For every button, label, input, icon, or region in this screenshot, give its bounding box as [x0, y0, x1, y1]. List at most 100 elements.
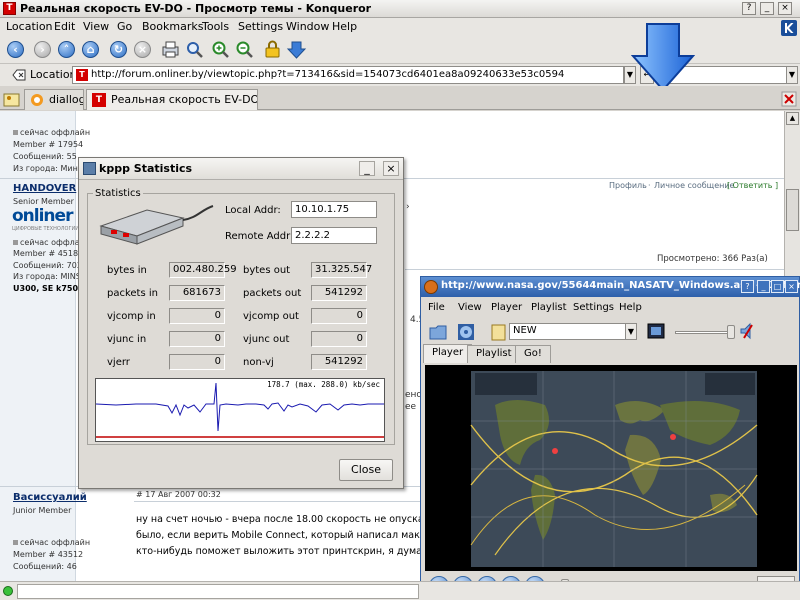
- menu-playlist[interactable]: Playlist: [531, 302, 567, 313]
- author-name[interactable]: HANDOVER: [13, 183, 76, 194]
- menu-view[interactable]: View: [83, 20, 109, 33]
- close-button[interactable]: ×: [383, 161, 399, 176]
- download-button[interactable]: [286, 39, 307, 60]
- menu-settings[interactable]: Settings: [573, 302, 614, 313]
- find-icon: [187, 42, 203, 58]
- tab-label: Реальная скорость EV-DO - П...: [111, 93, 258, 106]
- diallog-favicon: [31, 94, 43, 106]
- zoom-in-button[interactable]: [210, 39, 231, 60]
- close-button[interactable]: ×: [785, 280, 798, 293]
- private-message-link[interactable]: Личное сообщение: [654, 181, 734, 190]
- menu-help[interactable]: Help: [332, 20, 357, 33]
- stop-icon: ×: [134, 41, 151, 58]
- new-tab-icon[interactable]: [3, 90, 20, 107]
- tab-diallog[interactable]: diallog: [24, 89, 84, 110]
- remote-addr-field[interactable]: 2.2.2.2: [291, 227, 377, 244]
- divider: [405, 269, 784, 270]
- stat-value: 541292: [311, 285, 367, 301]
- home-button[interactable]: ⌂: [80, 39, 101, 60]
- open-folder-icon[interactable]: [429, 323, 447, 341]
- scroll-up-arrow-icon[interactable]: ▲: [786, 112, 799, 125]
- tab-go[interactable]: Go!: [515, 345, 551, 363]
- reload-button[interactable]: ↻: [108, 39, 129, 60]
- app-icon: T: [3, 2, 16, 15]
- stat-value: 0: [169, 354, 225, 370]
- volume-slider[interactable]: [675, 331, 729, 334]
- menu-help[interactable]: Help: [619, 302, 642, 313]
- stat-value: 541292: [311, 354, 367, 370]
- profile-link[interactable]: Профиль: [609, 181, 647, 190]
- post-date: # 17 Авг 2007 00:32: [136, 490, 221, 499]
- close-tab-icon[interactable]: [781, 91, 797, 107]
- help-button[interactable]: ?: [741, 280, 754, 293]
- post-line: кто-нибудь поможет выложить этот принтск…: [136, 546, 460, 557]
- konqueror-titlebar: T Реальная скорость EV-DO - Просмотр тем…: [0, 0, 800, 18]
- search-dropdown[interactable]: ▼: [786, 66, 798, 84]
- minimize-button[interactable]: _: [359, 161, 375, 176]
- menu-location[interactable]: Location: [6, 20, 53, 33]
- security-button[interactable]: [262, 39, 283, 60]
- stat-value: 002.480.259: [169, 262, 237, 278]
- close-dialog-button[interactable]: Close: [339, 459, 393, 481]
- menu-view[interactable]: View: [458, 302, 482, 313]
- fullscreen-icon[interactable]: [647, 322, 665, 340]
- stat-value: 681673: [169, 285, 225, 301]
- menu-player[interactable]: Player: [491, 302, 522, 313]
- stat-value: 31.325.547: [311, 262, 372, 278]
- modem-icon: [99, 205, 214, 245]
- mute-icon[interactable]: [739, 322, 755, 340]
- stat-label: packets out: [243, 288, 302, 299]
- forward-arrow-icon: ›: [34, 41, 51, 58]
- stat-label: non-vj: [243, 357, 274, 368]
- kde-logo-icon: [781, 20, 797, 36]
- close-button[interactable]: ×: [778, 2, 792, 15]
- tab-forum[interactable]: T Реальная скорость EV-DO - П...: [86, 89, 258, 110]
- menu-go[interactable]: Go: [117, 20, 132, 33]
- video-frame[interactable]: [425, 365, 797, 571]
- zoom-out-button[interactable]: [234, 39, 255, 60]
- menu-settings[interactable]: Settings: [238, 20, 283, 33]
- author-name[interactable]: Васиссуалий: [13, 492, 87, 503]
- stat-label: packets in: [107, 288, 158, 299]
- minimize-button[interactable]: _: [760, 2, 774, 15]
- help-button[interactable]: ?: [742, 2, 756, 15]
- window-title: Реальная скорость EV-DO - Просмотр темы …: [20, 2, 372, 15]
- url-input[interactable]: T http://forum.onliner.by/viewtopic.php?…: [72, 66, 624, 84]
- lock-icon: [265, 40, 280, 58]
- up-button[interactable]: ˄: [56, 39, 77, 60]
- author-device: U300, SE k750: [13, 284, 79, 293]
- tab-player[interactable]: Player: [423, 344, 473, 363]
- channel-dropdown[interactable]: ▼: [625, 323, 637, 340]
- local-addr-field[interactable]: 10.10.1.75: [291, 201, 377, 218]
- disc-icon[interactable]: [457, 323, 475, 341]
- print-button[interactable]: [160, 39, 181, 60]
- stat-value: 0: [169, 331, 225, 347]
- find-button[interactable]: [184, 39, 205, 60]
- reload-icon: ↻: [110, 41, 127, 58]
- stat-label: vjerr: [107, 357, 130, 368]
- reply-link[interactable]: [ Ответить ]: [727, 181, 778, 190]
- forward-button[interactable]: ›: [32, 39, 53, 60]
- menu-file[interactable]: File: [428, 302, 445, 313]
- post-text-partial: ее: [405, 402, 417, 412]
- tab-playlist[interactable]: Playlist: [467, 345, 521, 363]
- member-number: Member # 17954: [13, 140, 84, 149]
- stat-label: vjunc in: [107, 334, 147, 345]
- back-button[interactable]: ‹: [5, 39, 26, 60]
- menu-window[interactable]: Window: [286, 20, 329, 33]
- stop-button[interactable]: ×: [132, 39, 153, 60]
- volume-knob[interactable]: [727, 325, 735, 339]
- minimize-button[interactable]: _: [757, 280, 770, 293]
- scroll-thumb[interactable]: [786, 189, 799, 231]
- menu-bookmarks[interactable]: Bookmarks: [142, 20, 203, 33]
- menu-tools[interactable]: Tools: [202, 20, 229, 33]
- maximize-button[interactable]: □: [771, 280, 784, 293]
- tab-label: diallog: [49, 93, 84, 106]
- channel-select[interactable]: NEW: [509, 323, 637, 340]
- author-city: Из города: MINSK: [13, 272, 87, 281]
- stat-value: 0: [169, 308, 225, 324]
- menu-edit[interactable]: Edit: [54, 20, 75, 33]
- channel-list-icon[interactable]: [491, 323, 507, 341]
- clear-location-icon[interactable]: [12, 68, 26, 82]
- up-arrow-icon: ˄: [58, 41, 75, 58]
